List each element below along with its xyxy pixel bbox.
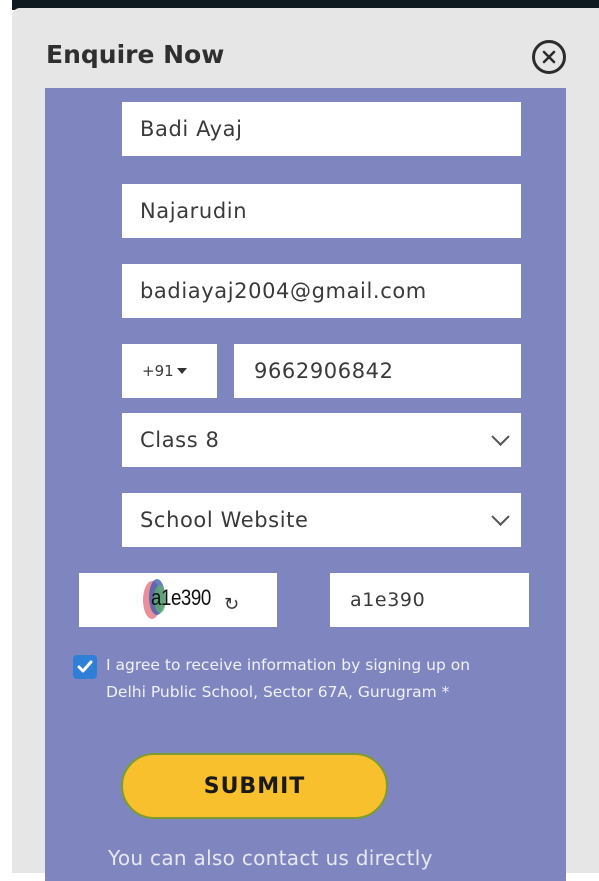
checkmark-icon [77, 660, 93, 673]
left-edge [0, 0, 12, 873]
source-select-value: School Website [140, 508, 309, 532]
submit-button[interactable]: SUBMIT [121, 753, 388, 819]
refresh-icon[interactable]: ↻ [224, 594, 239, 615]
first-name-field[interactable]: Badi Ayaj [122, 102, 521, 156]
phone-value: 9662906842 [254, 359, 394, 383]
consent-label: I agree to receive information by signin… [106, 656, 471, 701]
country-code-value: +91 [142, 362, 174, 380]
captcha-input-value: a1e390 [350, 589, 426, 611]
first-name-value: Badi Ayaj [140, 117, 243, 141]
modal-title: Enquire Now [46, 40, 225, 69]
country-code-select[interactable]: +91 [122, 344, 217, 398]
close-icon[interactable] [532, 40, 566, 74]
class-select[interactable]: Class 8 [122, 413, 521, 467]
source-select[interactable]: School Website [122, 493, 521, 547]
chevron-down-icon [491, 427, 510, 446]
captcha-image: a1e390 ↻ [79, 573, 277, 627]
email-field[interactable]: badiayaj2004@gmail.com [122, 264, 521, 318]
consent-checkbox[interactable] [73, 655, 97, 679]
class-select-value: Class 8 [140, 428, 220, 452]
chevron-down-icon [491, 507, 510, 526]
email-value: badiayaj2004@gmail.com [140, 279, 427, 303]
last-name-field[interactable]: Najarudin [122, 184, 521, 238]
caret-down-icon [176, 368, 187, 374]
phone-field[interactable]: 9662906842 [234, 344, 521, 398]
last-name-value: Najarudin [140, 199, 248, 223]
captcha-input[interactable]: a1e390 [330, 573, 529, 627]
close-x-glyph [542, 50, 556, 64]
captcha-text: a1e390 [151, 585, 211, 610]
enquiry-modal: Enquire Now Badi Ayaj Najarudin badiayaj… [12, 8, 599, 881]
contact-text: You can also contact us directly [108, 846, 433, 870]
